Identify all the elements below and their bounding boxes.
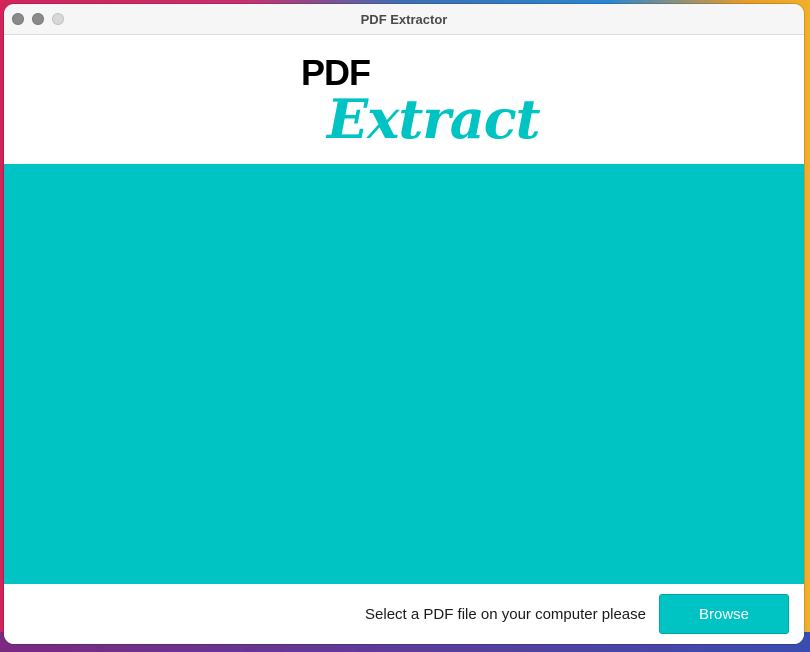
window-controls bbox=[12, 13, 64, 25]
app-logo: PDF Extract bbox=[301, 53, 541, 163]
logo-extract-text: Extract bbox=[327, 87, 541, 151]
window-title: PDF Extractor bbox=[360, 11, 448, 27]
zoom-dot-icon[interactable] bbox=[52, 13, 64, 25]
title-bar[interactable]: PDF Extractor bbox=[4, 4, 804, 35]
app-window: PDF Extractor PDF Extract Select a PDF f… bbox=[4, 4, 804, 644]
close-dot-icon[interactable] bbox=[12, 13, 24, 25]
app-header: PDF Extract bbox=[4, 35, 804, 164]
minimize-dot-icon[interactable] bbox=[32, 13, 44, 25]
footer-bar: Select a PDF file on your computer pleas… bbox=[4, 584, 804, 644]
browse-button[interactable]: Browse bbox=[659, 594, 789, 634]
desktop-background: PDF Extractor PDF Extract Select a PDF f… bbox=[0, 0, 810, 652]
select-file-prompt: Select a PDF file on your computer pleas… bbox=[365, 605, 646, 623]
pdf-drop-area[interactable] bbox=[4, 164, 804, 584]
